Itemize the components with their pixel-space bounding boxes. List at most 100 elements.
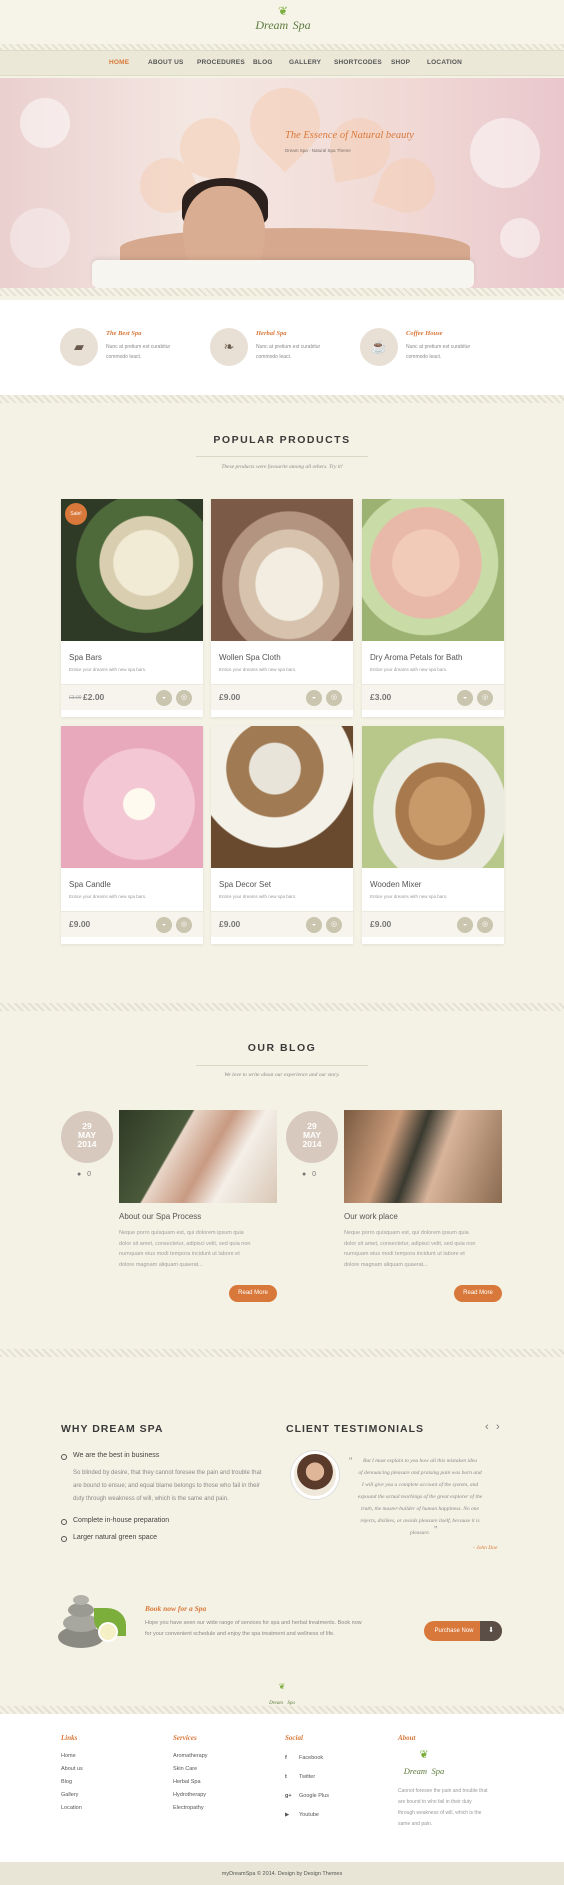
social-link-twitter[interactable]: Twitter (299, 1774, 315, 1780)
footer-about-title: About (398, 1734, 416, 1742)
blog-image[interactable] (119, 1110, 277, 1203)
product-card[interactable]: Spa Decor Set Entice your dreams with ne… (211, 726, 353, 944)
footer-service-link[interactable]: Skin Care (173, 1766, 197, 1772)
product-image[interactable] (362, 726, 504, 868)
footer-service-link[interactable]: Aromatherapy (173, 1753, 208, 1759)
nav-location[interactable]: LOCATION (427, 59, 462, 66)
social-link-youtube[interactable]: Youtube (299, 1812, 319, 1818)
why-item: Complete in-house preparation (73, 1517, 170, 1524)
google-plus-icon[interactable]: g+ (285, 1793, 292, 1799)
bokeh (500, 218, 540, 258)
bullet-icon (61, 1519, 67, 1525)
footer: Links Home About us Blog Gallery Locatio… (0, 1714, 564, 1862)
cart-icon[interactable]: ◒ (457, 690, 473, 706)
footer-link[interactable]: Gallery (61, 1792, 78, 1798)
blog-title[interactable]: About our Spa Process (119, 1212, 201, 1221)
comment-count[interactable]: ● 0 (77, 1171, 91, 1178)
nav-blog[interactable]: BLOG (253, 59, 273, 66)
booking-title: Book now for a Spa (145, 1604, 207, 1613)
product-name[interactable]: Spa Bars (69, 653, 102, 662)
purchase-now-button[interactable]: Purchase Now ⬇ (424, 1621, 502, 1641)
cart-icon[interactable]: ◒ (306, 917, 322, 933)
testimonial-text: But I must explain to you how all this m… (357, 1458, 483, 1536)
bullet-icon (61, 1536, 67, 1542)
features-strip: ▰ The Best Spa Nunc at pretium est curab… (0, 300, 564, 395)
cart-icon[interactable]: ◒ (156, 917, 172, 933)
footer-link[interactable]: About us (61, 1766, 83, 1772)
towel (92, 260, 474, 288)
product-desc: Entice your dreams with new spa bars. (69, 667, 147, 672)
divider (196, 456, 368, 457)
nav-about[interactable]: ABOUT US (148, 59, 184, 66)
product-price: £2.00 (83, 692, 105, 702)
quote-close-icon: ” (434, 1525, 438, 1536)
view-icon[interactable]: ◎ (176, 690, 192, 706)
footer-service-link[interactable]: Electropathy (173, 1805, 204, 1811)
product-desc: Entice your dreams with new spa bars. (219, 667, 297, 672)
view-icon[interactable]: ◎ (176, 917, 192, 933)
page: ❦ Dream Spa HOME ABOUT US PROCEDURES BLO… (0, 0, 564, 1885)
footer-service-link[interactable]: Hydrotherapy (173, 1792, 206, 1798)
download-icon[interactable]: ⬇ (480, 1621, 502, 1641)
product-name[interactable]: Spa Decor Set (219, 880, 271, 889)
product-old-price: £3.00 (69, 695, 82, 701)
nav-gallery[interactable]: GALLERY (289, 59, 321, 66)
product-name[interactable]: Wollen Spa Cloth (219, 653, 281, 662)
chevron-left-icon[interactable]: ‹ (485, 1421, 489, 1433)
section-subtitle-blog: We love to write about our experience an… (224, 1072, 340, 1078)
chevron-right-icon[interactable]: › (496, 1421, 500, 1433)
comment-icon: ● (302, 1171, 307, 1178)
footer-service-link[interactable]: Herbal Spa (173, 1779, 201, 1785)
product-name[interactable]: Spa Candle (69, 880, 111, 889)
coffee-icon: ☕ (360, 328, 398, 366)
product-card[interactable]: Sale! Spa Bars Entice your dreams with n… (61, 499, 203, 717)
copyright-bar: myDreamSpa © 2014. Design by Design Them… (0, 1862, 564, 1885)
blog-image[interactable] (344, 1110, 502, 1203)
nav-shortcodes[interactable]: SHORTCODES (334, 59, 382, 66)
read-more-button[interactable]: Read More (229, 1285, 277, 1302)
product-image[interactable] (211, 499, 353, 641)
footer-logo[interactable]: ❦ Dream Spa (258, 1683, 306, 1707)
view-icon[interactable]: ◎ (326, 917, 342, 933)
cart-icon[interactable]: ◒ (306, 690, 322, 706)
blog-title[interactable]: Our work place (344, 1212, 398, 1221)
nav-home[interactable]: HOME (109, 59, 129, 66)
nav-shop[interactable]: SHOP (391, 59, 410, 66)
view-icon[interactable]: ◎ (477, 917, 493, 933)
why-title: WHY DREAM SPA (61, 1423, 164, 1435)
product-card[interactable]: Wooden Mixer Entice your dreams with new… (362, 726, 504, 944)
facebook-icon[interactable]: f (285, 1755, 287, 1761)
social-link-facebook[interactable]: Facebook (299, 1755, 323, 1761)
read-more-button[interactable]: Read More (454, 1285, 502, 1302)
blog-excerpt: Neque porro quisquam est, qui dolorem ip… (344, 1230, 476, 1268)
nav-procedures[interactable]: PROCEDURES (197, 59, 245, 66)
product-image[interactable] (362, 499, 504, 641)
hero-banner (0, 78, 564, 288)
product-card[interactable]: Dry Aroma Petals for Bath Entice your dr… (362, 499, 504, 717)
product-card[interactable]: Spa Candle Entice your dreams with new s… (61, 726, 203, 944)
youtube-icon[interactable]: ▶ (285, 1812, 289, 1818)
social-link-google-plus[interactable]: Google Plus (299, 1793, 329, 1799)
divider (0, 395, 564, 403)
product-card[interactable]: Wollen Spa Cloth Entice your dreams with… (211, 499, 353, 717)
product-image[interactable] (211, 726, 353, 868)
comment-count[interactable]: ● 0 (302, 1171, 316, 1178)
purchase-label[interactable]: Purchase Now (424, 1621, 484, 1641)
feature-title: Coffee House (406, 330, 443, 337)
product-name[interactable]: Dry Aroma Petals for Bath (370, 653, 462, 662)
twitter-icon[interactable]: t (285, 1774, 287, 1780)
product-price: £3.00 (370, 692, 392, 702)
logo[interactable]: ❦ Dream Spa (252, 5, 314, 40)
why-item: We are the best in business (73, 1452, 160, 1459)
footer-link[interactable]: Location (61, 1805, 82, 1811)
logo-text-b: Spa (292, 18, 311, 32)
footer-link[interactable]: Blog (61, 1779, 72, 1785)
comment-icon: ● (77, 1171, 82, 1178)
product-name[interactable]: Wooden Mixer (370, 880, 421, 889)
product-image[interactable] (61, 726, 203, 868)
view-icon[interactable]: ◎ (477, 690, 493, 706)
cart-icon[interactable]: ◒ (156, 690, 172, 706)
view-icon[interactable]: ◎ (326, 690, 342, 706)
cart-icon[interactable]: ◒ (457, 917, 473, 933)
footer-link[interactable]: Home (61, 1753, 76, 1759)
